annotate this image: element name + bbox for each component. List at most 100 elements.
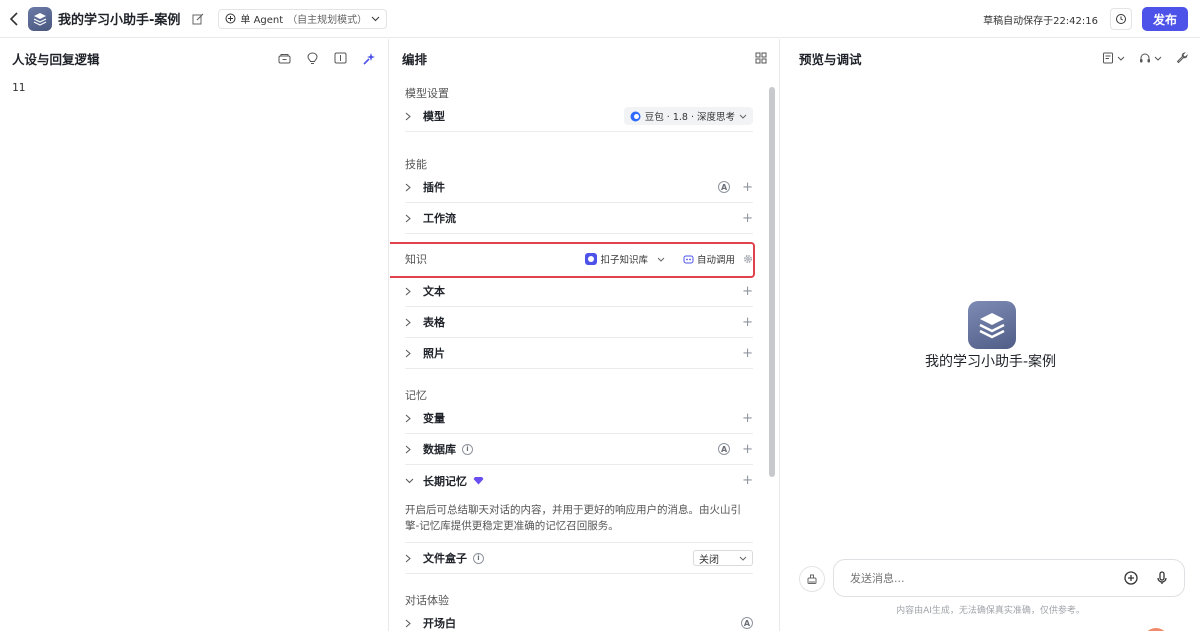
add-text-icon[interactable]: + — [742, 284, 753, 299]
document-icon — [1103, 52, 1113, 64]
add-variable-icon[interactable]: + — [742, 411, 753, 426]
chevron-down-icon — [657, 257, 665, 262]
publish-button[interactable]: 发布 — [1142, 7, 1188, 31]
row-database[interactable]: 数据库 i A + — [405, 434, 753, 465]
info-icon[interactable]: i — [473, 552, 484, 564]
chevron-right-icon — [405, 214, 421, 223]
robot-icon — [683, 255, 694, 264]
voice-setting-button[interactable] — [1139, 52, 1162, 64]
coze-logo-icon — [585, 253, 598, 265]
add-workflow-icon[interactable]: + — [742, 211, 753, 226]
model-selector[interactable]: 豆包 · 1.8 · 深度思考 — [623, 107, 753, 125]
section-dialog: 对话体验 — [405, 594, 449, 607]
chevron-right-icon — [405, 318, 421, 327]
opening-label: 开场白 — [423, 617, 456, 630]
debug-detail-button[interactable] — [1102, 52, 1125, 64]
add-circle-icon[interactable] — [1124, 571, 1138, 585]
message-input-box[interactable] — [833, 559, 1185, 597]
text-label: 文本 — [423, 285, 445, 298]
top-bar: 我的学习小助手-案例 单 Agent （自主规划模式） 草稿自动保存于22:42… — [0, 0, 1200, 38]
row-model[interactable]: 模型 豆包 · 1.8 · 深度思考 — [405, 101, 753, 132]
row-longterm-memory[interactable]: 长期记忆 + — [405, 465, 753, 496]
add-table-icon[interactable]: + — [742, 315, 753, 330]
knowledge-source-label: 扣子知识库 — [600, 255, 648, 266]
add-database-icon[interactable]: + — [742, 442, 753, 457]
preview-title: 预览与调试 — [799, 51, 862, 67]
clock-icon — [1116, 14, 1126, 24]
headset-icon — [1140, 53, 1150, 63]
split-view-icon[interactable] — [334, 52, 347, 64]
mode-selector[interactable]: 单 Agent （自主规划模式） — [218, 8, 388, 29]
chevron-down-icon — [1154, 56, 1162, 61]
plugin-label: 插件 — [423, 181, 445, 194]
chevron-down-icon — [371, 16, 380, 21]
database-label: 数据库 — [423, 443, 456, 456]
chevron-right-icon — [405, 183, 421, 192]
bot-name: 我的学习小助手-案例 — [924, 354, 1057, 370]
row-filebox[interactable]: 文件盒子 i 关闭 — [405, 543, 753, 574]
row-workflow[interactable]: 工作流 + — [405, 203, 753, 234]
agent-icon — [225, 13, 236, 24]
row-opening[interactable]: 开场白 A — [405, 608, 753, 631]
row-variable[interactable]: 变量 + — [405, 403, 753, 434]
chevron-down-icon — [405, 478, 421, 484]
wrench-icon[interactable] — [1176, 52, 1188, 64]
add-longterm-icon[interactable]: + — [742, 473, 753, 488]
autosave-status: 草稿自动保存于22:42:16 — [983, 15, 1098, 27]
chevron-down-icon — [1117, 56, 1125, 61]
longterm-label: 长期记忆 — [423, 474, 467, 488]
row-text[interactable]: 文本 + — [405, 276, 753, 307]
auto-icon[interactable]: A — [741, 617, 753, 629]
filebox-value: 关闭 — [699, 554, 719, 566]
back-icon[interactable] — [0, 0, 28, 38]
model-value: 豆包 · 1.8 · 深度思考 — [644, 112, 735, 123]
clear-context-button[interactable] — [799, 566, 825, 592]
row-plugin[interactable]: 插件 A + — [405, 172, 753, 203]
broom-icon — [807, 574, 817, 584]
history-button[interactable] — [1110, 8, 1132, 30]
add-photo-icon[interactable]: + — [742, 346, 753, 361]
persona-title: 人设与回复逻辑 — [12, 51, 100, 67]
persona-panel: 人设与回复逻辑 11 — [0, 39, 389, 631]
layers-icon — [979, 313, 1005, 339]
chevron-right-icon — [405, 287, 421, 296]
knowledge-call-mode[interactable]: 自动调用 — [683, 252, 735, 266]
chevron-right-icon — [405, 414, 421, 423]
section-skills: 技能 — [405, 158, 427, 171]
variable-label: 变量 — [423, 412, 445, 425]
section-model: 模型设置 — [405, 87, 449, 100]
knowledge-call-label: 自动调用 — [696, 255, 735, 266]
table-label: 表格 — [423, 316, 445, 329]
persona-content[interactable]: 11 — [0, 77, 388, 98]
message-input[interactable] — [850, 571, 1124, 585]
lightbulb-icon[interactable] — [307, 51, 318, 65]
knowledge-source-selector[interactable]: 扣子知识库 — [585, 252, 665, 266]
preview-panel: 预览与调试 我的学习小助手-案例 内容由AI生成，无法确保真实准确，仅供参考。 — [781, 39, 1200, 631]
microphone-icon[interactable] — [1156, 571, 1168, 585]
section-memory: 记忆 — [405, 389, 427, 402]
row-photo[interactable]: 照片 + — [405, 338, 753, 369]
row-table[interactable]: 表格 + — [405, 307, 753, 338]
app-title: 我的学习小助手-案例 — [58, 13, 181, 28]
filebox-select[interactable]: 关闭 — [693, 550, 753, 566]
ai-sparkle-icon[interactable] — [363, 52, 376, 65]
chevron-down-icon — [739, 556, 747, 561]
knowledge-section-label: 知识 — [405, 253, 427, 266]
gear-icon[interactable] — [743, 254, 753, 264]
prompt-library-icon[interactable] — [278, 52, 291, 64]
editor-panel: 编排 模型设置 模型 豆包 · 1.8 · 深度思考 技能 插件 A + 工作流… — [390, 39, 780, 631]
chevron-right-icon — [405, 112, 421, 121]
ai-disclaimer: 内容由AI生成，无法确保真实准确，仅供参考。 — [896, 606, 1085, 616]
add-plugin-icon[interactable]: + — [742, 180, 753, 195]
doubao-logo-icon — [630, 111, 641, 121]
editor-scrollbar[interactable] — [769, 87, 775, 477]
workflow-label: 工作流 — [423, 212, 456, 225]
edit-icon[interactable] — [192, 13, 204, 25]
chevron-right-icon — [405, 554, 421, 563]
info-icon[interactable]: i — [462, 443, 473, 455]
grid-layout-icon[interactable] — [755, 52, 767, 64]
knowledge-header: 知识 扣子知识库 自动调用 — [405, 242, 753, 276]
auto-icon[interactable]: A — [718, 443, 731, 455]
auto-icon[interactable]: A — [718, 181, 731, 193]
bot-avatar — [968, 301, 1016, 349]
